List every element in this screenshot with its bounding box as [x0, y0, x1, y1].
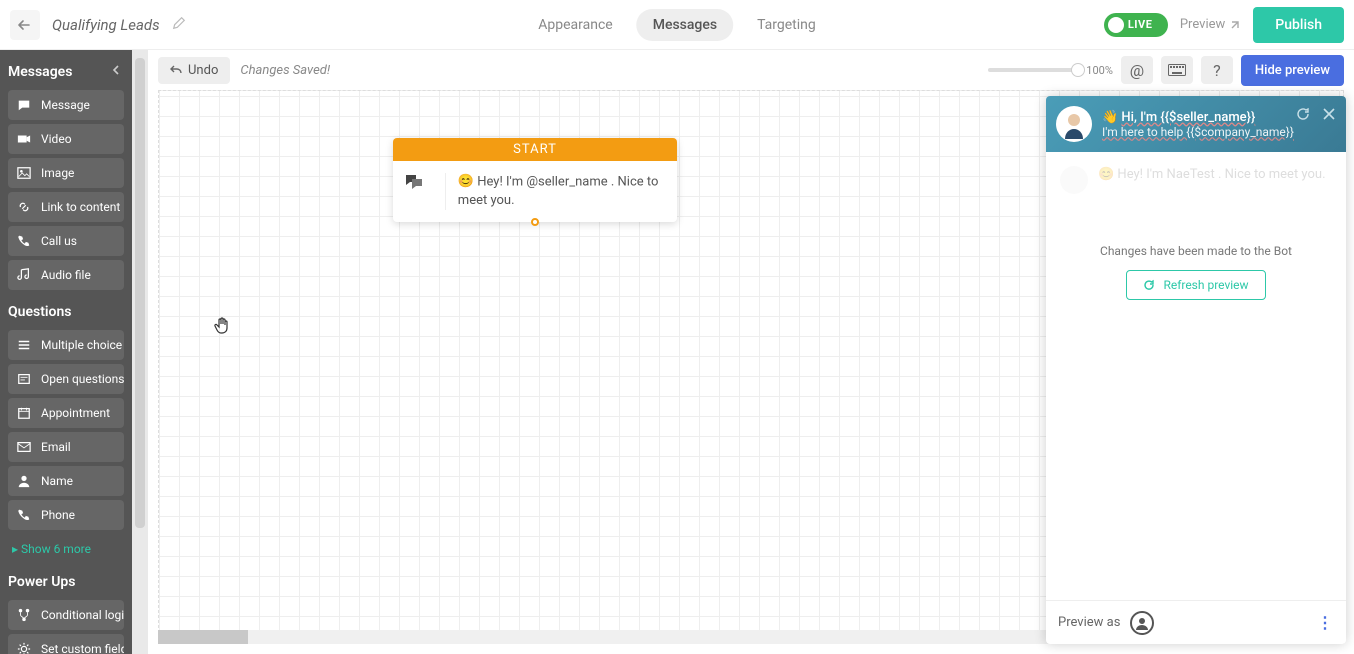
preview-subline: I'm here to help {{$company_name}} [1102, 125, 1294, 139]
top-bar: Qualifying Leads Appearance Messages Tar… [0, 0, 1354, 50]
block-link[interactable]: Link to content [8, 192, 124, 222]
arrow-left-icon [17, 17, 33, 33]
block-appointment[interactable]: Appointment [8, 398, 124, 428]
avatar-person-icon [1059, 109, 1089, 139]
block-customfield[interactable]: Set custom field [8, 634, 124, 654]
undo-button[interactable]: Undo [158, 57, 230, 84]
tab-messages[interactable]: Messages [637, 9, 733, 41]
refresh-preview-button[interactable]: Refresh preview [1126, 270, 1265, 300]
node-message-icon [405, 173, 433, 210]
close-icon [1322, 107, 1336, 121]
block-email[interactable]: Email [8, 432, 124, 462]
preview-greeting: 👋 Hi, I'm {{$seller_name}} [1102, 110, 1294, 125]
page-title: Qualifying Leads [52, 16, 160, 34]
chat-bubbles-icon [405, 173, 423, 191]
preview-link[interactable]: Preview [1180, 17, 1241, 32]
save-status: Changes Saved! [240, 63, 330, 78]
gear-icon [17, 642, 31, 654]
ghost-avatar [1060, 166, 1088, 194]
undo-icon [170, 64, 182, 76]
start-node[interactable]: START 😊 Hey! I'm @seller_name . Nice to … [393, 138, 677, 222]
chat-icon [17, 98, 31, 112]
block-phone[interactable]: Phone [8, 500, 124, 530]
preview-panel: 👋 Hi, I'm {{$seller_name}} I'm here to h… [1046, 96, 1346, 644]
tab-appearance[interactable]: Appearance [522, 9, 628, 41]
hand-icon [213, 315, 233, 335]
preview-as-user[interactable] [1130, 611, 1154, 635]
block-conditional[interactable]: Conditional logic [8, 600, 124, 630]
preview-as-label: Preview as [1058, 615, 1120, 630]
block-message[interactable]: Message [8, 90, 124, 120]
ghost-text: 😊 Hey! I'm NaeTest . Nice to meet you. [1098, 166, 1326, 184]
zoom-percent: 100% [1086, 64, 1113, 77]
edit-title-button[interactable] [172, 15, 186, 34]
zoom-knob [1071, 63, 1085, 77]
section-powerups: Power Ups [0, 564, 132, 596]
refresh-icon [1143, 279, 1155, 291]
sidebar-splitter[interactable] [132, 50, 148, 654]
block-name[interactable]: Name [8, 466, 124, 496]
preview-footer: Preview as ⋮ [1046, 600, 1346, 644]
image-icon [17, 166, 31, 180]
tab-targeting[interactable]: Targeting [741, 9, 832, 41]
publish-button[interactable]: Publish [1253, 7, 1344, 43]
preview-close-button[interactable] [1322, 106, 1336, 125]
block-callus[interactable]: Call us [8, 226, 124, 256]
user-icon [17, 474, 31, 488]
open-question-icon [17, 372, 31, 386]
list-icon [17, 338, 31, 352]
live-label: LIVE [1128, 18, 1153, 31]
splitter-handle [135, 58, 145, 528]
help-button[interactable]: ? [1201, 56, 1233, 84]
branch-icon [17, 608, 31, 622]
toggle-knob [1108, 17, 1124, 33]
block-video[interactable]: Video [8, 124, 124, 154]
live-toggle[interactable]: LIVE [1104, 13, 1168, 37]
preview-header-refresh[interactable] [1296, 106, 1310, 125]
phone-icon [17, 508, 31, 522]
preview-avatar [1056, 106, 1092, 142]
section-questions: Questions [0, 294, 132, 326]
scrollbar-thumb[interactable] [158, 630, 248, 644]
link-icon [17, 200, 31, 214]
block-audio[interactable]: Audio file [8, 260, 124, 290]
chevron-left-icon [110, 64, 122, 76]
block-image[interactable]: Image [8, 158, 124, 188]
sidebar-collapse-button[interactable] [110, 64, 122, 80]
pencil-icon [172, 16, 186, 30]
video-icon [17, 132, 31, 146]
canvas-toolbar: Undo Changes Saved! 100% @ ? Hide previe… [148, 50, 1354, 90]
mention-button[interactable]: @ [1121, 56, 1153, 84]
audio-icon [17, 268, 31, 282]
sidebar: Messages Message Video Image Link to con… [0, 50, 132, 654]
zoom-slider[interactable] [988, 68, 1078, 72]
user-icon [1135, 616, 1149, 630]
calendar-icon [17, 406, 31, 420]
preview-ghost-message: 😊 Hey! I'm NaeTest . Nice to meet you. [1060, 166, 1332, 194]
phone-icon [17, 234, 31, 248]
block-openq[interactable]: Open questions [8, 364, 124, 394]
keyboard-icon [1168, 64, 1186, 76]
grab-cursor-indicator [213, 315, 233, 339]
block-multichoice[interactable]: Multiple choice [8, 330, 124, 360]
preview-footer-menu[interactable]: ⋮ [1317, 613, 1334, 632]
hide-preview-button[interactable]: Hide preview [1241, 55, 1344, 86]
node-text: 😊 Hey! I'm @seller_name . Nice to meet y… [458, 173, 665, 210]
back-button[interactable] [10, 10, 40, 40]
node-output-port[interactable] [531, 218, 539, 226]
at-icon: @ [1130, 61, 1144, 80]
question-icon: ? [1213, 61, 1221, 80]
node-header: START [393, 138, 677, 161]
main-tabs: Appearance Messages Targeting [522, 9, 832, 41]
preview-header: 👋 Hi, I'm {{$seller_name}} I'm here to h… [1046, 96, 1346, 152]
show-more-link[interactable]: ▸ Show 6 more [0, 534, 132, 564]
preview-notice: Changes have been made to the Bot [1100, 244, 1292, 258]
keyboard-button[interactable] [1161, 56, 1193, 84]
refresh-icon [1296, 107, 1310, 121]
external-link-icon [1229, 19, 1241, 31]
mail-icon [17, 440, 31, 454]
